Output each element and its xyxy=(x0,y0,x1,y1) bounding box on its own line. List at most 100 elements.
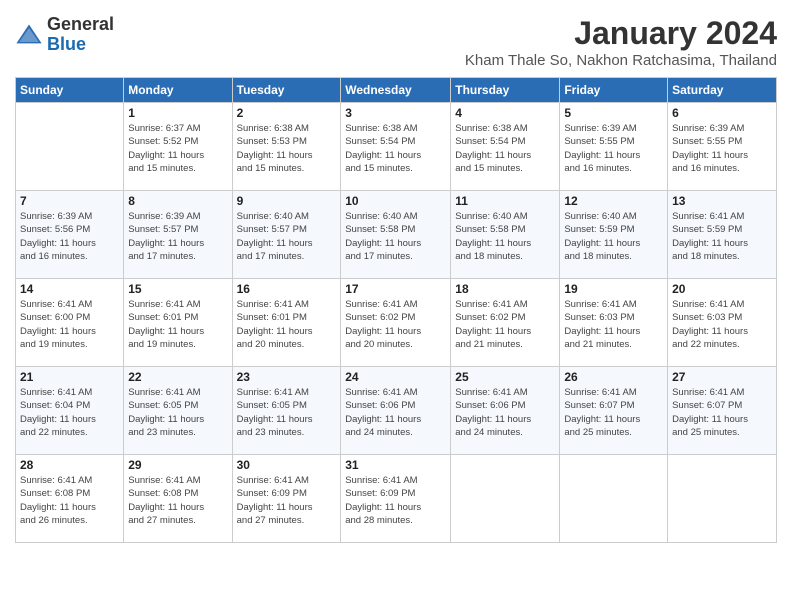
day-info: Sunrise: 6:38 AMSunset: 5:54 PMDaylight:… xyxy=(345,122,446,175)
day-info: Sunrise: 6:41 AMSunset: 6:09 PMDaylight:… xyxy=(345,474,446,527)
calendar-cell: 13 Sunrise: 6:41 AMSunset: 5:59 PMDayligh… xyxy=(668,191,777,279)
calendar-cell: 16 Sunrise: 6:41 AMSunset: 6:01 PMDayligh… xyxy=(232,279,341,367)
day-info: Sunrise: 6:41 AMSunset: 6:03 PMDaylight:… xyxy=(672,298,772,351)
location-title: Kham Thale So, Nakhon Ratchasima, Thaila… xyxy=(465,52,777,69)
calendar-cell: 8Sunrise: 6:39 AMSunset: 5:57 PMDaylight… xyxy=(124,191,232,279)
calendar-cell: 31Sunrise: 6:41 AMSunset: 6:09 PMDayligh… xyxy=(341,455,451,543)
day-number: 7 xyxy=(20,194,119,208)
day-info: Sunrise: 6:37 AMSunset: 5:52 PMDaylight:… xyxy=(128,122,227,175)
day-number: 24 xyxy=(345,370,446,384)
week-row: 21Sunrise: 6:41 AMSunset: 6:04 PMDayligh… xyxy=(16,367,777,455)
day-number: 6 xyxy=(672,106,772,120)
day-number: 8 xyxy=(128,194,227,208)
day-info: Sunrise: 6:39 AMSunset: 5:56 PMDaylight:… xyxy=(20,210,119,263)
calendar-cell: 6 Sunrise: 6:39 AMSunset: 5:55 PMDaylight… xyxy=(668,103,777,191)
day-info: Sunrise: 6:41 AMSunset: 5:59 PMDaylight:… xyxy=(672,210,772,263)
day-number: 5 xyxy=(564,106,663,120)
calendar-cell: 11 Sunrise: 6:40 AMSunset: 5:58 PMDayligh… xyxy=(451,191,560,279)
day-number: 22 xyxy=(128,370,227,384)
day-number: 9 xyxy=(237,194,337,208)
month-title: January 2024 xyxy=(465,15,777,52)
day-number: 2 xyxy=(237,106,337,120)
logo: General Blue xyxy=(15,15,114,55)
day-info: Sunrise: 6:41 AMSunset: 6:09 PMDaylight:… xyxy=(237,474,337,527)
logo-icon xyxy=(15,21,43,49)
calendar-table: SundayMondayTuesdayWednesdayThursdayFrid… xyxy=(15,77,777,543)
calendar-cell: 18Sunrise: 6:41 AMSunset: 6:02 PMDayligh… xyxy=(451,279,560,367)
calendar-cell: 30 Sunrise: 6:41 AMSunset: 6:09 PMDayligh… xyxy=(232,455,341,543)
title-area: January 2024 Kham Thale So, Nakhon Ratch… xyxy=(465,15,777,69)
calendar-cell: 17 Sunrise: 6:41 AMSunset: 6:02 PMDayligh… xyxy=(341,279,451,367)
calendar-cell: 23Sunrise: 6:41 AMSunset: 6:05 PMDayligh… xyxy=(232,367,341,455)
calendar-cell: 14 Sunrise: 6:41 AMSunset: 6:00 PMDayligh… xyxy=(16,279,124,367)
day-number: 10 xyxy=(345,194,446,208)
col-header-sunday: Sunday xyxy=(16,78,124,103)
col-header-wednesday: Wednesday xyxy=(341,78,451,103)
day-number: 18 xyxy=(455,282,555,296)
day-number: 17 xyxy=(345,282,446,296)
week-row: 28 Sunrise: 6:41 AMSunset: 6:08 PMDayligh… xyxy=(16,455,777,543)
day-number: 14 xyxy=(20,282,119,296)
day-number: 11 xyxy=(455,194,555,208)
day-info: Sunrise: 6:41 AMSunset: 6:02 PMDaylight:… xyxy=(345,298,446,351)
day-number: 25 xyxy=(455,370,555,384)
day-number: 13 xyxy=(672,194,772,208)
calendar-cell: 26Sunrise: 6:41 AMSunset: 6:07 PMDayligh… xyxy=(560,367,668,455)
col-header-saturday: Saturday xyxy=(668,78,777,103)
col-header-thursday: Thursday xyxy=(451,78,560,103)
calendar-cell: 22 Sunrise: 6:41 AMSunset: 6:05 PMDayligh… xyxy=(124,367,232,455)
day-number: 28 xyxy=(20,458,119,472)
header-row: SundayMondayTuesdayWednesdayThursdayFrid… xyxy=(16,78,777,103)
day-info: Sunrise: 6:41 AMSunset: 6:06 PMDaylight:… xyxy=(455,386,555,439)
day-info: Sunrise: 6:41 AMSunset: 6:00 PMDaylight:… xyxy=(20,298,119,351)
day-info: Sunrise: 6:40 AMSunset: 5:59 PMDaylight:… xyxy=(564,210,663,263)
calendar-cell: 15Sunrise: 6:41 AMSunset: 6:01 PMDayligh… xyxy=(124,279,232,367)
day-number: 30 xyxy=(237,458,337,472)
day-info: Sunrise: 6:41 AMSunset: 6:01 PMDaylight:… xyxy=(237,298,337,351)
day-info: Sunrise: 6:38 AMSunset: 5:53 PMDaylight:… xyxy=(237,122,337,175)
col-header-monday: Monday xyxy=(124,78,232,103)
calendar-cell: 24 Sunrise: 6:41 AMSunset: 6:06 PMDayligh… xyxy=(341,367,451,455)
day-info: Sunrise: 6:41 AMSunset: 6:05 PMDaylight:… xyxy=(128,386,227,439)
calendar-cell: 28 Sunrise: 6:41 AMSunset: 6:08 PMDayligh… xyxy=(16,455,124,543)
calendar-cell: 3 Sunrise: 6:38 AMSunset: 5:54 PMDaylight… xyxy=(341,103,451,191)
day-info: Sunrise: 6:39 AMSunset: 5:55 PMDaylight:… xyxy=(672,122,772,175)
week-row: 1Sunrise: 6:37 AMSunset: 5:52 PMDaylight… xyxy=(16,103,777,191)
day-info: Sunrise: 6:40 AMSunset: 5:57 PMDaylight:… xyxy=(237,210,337,263)
day-number: 20 xyxy=(672,282,772,296)
calendar-cell: 7 Sunrise: 6:39 AMSunset: 5:56 PMDaylight… xyxy=(16,191,124,279)
day-info: Sunrise: 6:41 AMSunset: 6:05 PMDaylight:… xyxy=(237,386,337,439)
day-info: Sunrise: 6:41 AMSunset: 6:08 PMDaylight:… xyxy=(20,474,119,527)
day-info: Sunrise: 6:40 AMSunset: 5:58 PMDaylight:… xyxy=(345,210,446,263)
day-info: Sunrise: 6:41 AMSunset: 6:07 PMDaylight:… xyxy=(564,386,663,439)
day-info: Sunrise: 6:38 AMSunset: 5:54 PMDaylight:… xyxy=(455,122,555,175)
calendar-cell xyxy=(560,455,668,543)
week-row: 7 Sunrise: 6:39 AMSunset: 5:56 PMDaylight… xyxy=(16,191,777,279)
calendar-cell: 21Sunrise: 6:41 AMSunset: 6:04 PMDayligh… xyxy=(16,367,124,455)
day-number: 27 xyxy=(672,370,772,384)
calendar-cell: 5Sunrise: 6:39 AMSunset: 5:55 PMDaylight… xyxy=(560,103,668,191)
calendar-cell: 25 Sunrise: 6:41 AMSunset: 6:06 PMDayligh… xyxy=(451,367,560,455)
calendar-cell: 4Sunrise: 6:38 AMSunset: 5:54 PMDaylight… xyxy=(451,103,560,191)
logo-general: General xyxy=(47,14,114,34)
logo-text: General Blue xyxy=(47,15,114,55)
calendar-cell xyxy=(668,455,777,543)
day-info: Sunrise: 6:41 AMSunset: 6:01 PMDaylight:… xyxy=(128,298,227,351)
day-info: Sunrise: 6:41 AMSunset: 6:07 PMDaylight:… xyxy=(672,386,772,439)
calendar-cell: 29Sunrise: 6:41 AMSunset: 6:08 PMDayligh… xyxy=(124,455,232,543)
calendar-cell xyxy=(16,103,124,191)
calendar-cell xyxy=(451,455,560,543)
day-number: 16 xyxy=(237,282,337,296)
calendar-cell: 20 Sunrise: 6:41 AMSunset: 6:03 PMDayligh… xyxy=(668,279,777,367)
day-info: Sunrise: 6:40 AMSunset: 5:58 PMDaylight:… xyxy=(455,210,555,263)
header: General Blue January 2024 Kham Thale So,… xyxy=(15,15,777,69)
calendar-cell: 10 Sunrise: 6:40 AMSunset: 5:58 PMDayligh… xyxy=(341,191,451,279)
col-header-friday: Friday xyxy=(560,78,668,103)
day-number: 12 xyxy=(564,194,663,208)
day-info: Sunrise: 6:41 AMSunset: 6:06 PMDaylight:… xyxy=(345,386,446,439)
calendar-cell: 27 Sunrise: 6:41 AMSunset: 6:07 PMDayligh… xyxy=(668,367,777,455)
day-number: 3 xyxy=(345,106,446,120)
day-info: Sunrise: 6:41 AMSunset: 6:03 PMDaylight:… xyxy=(564,298,663,351)
day-number: 21 xyxy=(20,370,119,384)
day-number: 29 xyxy=(128,458,227,472)
